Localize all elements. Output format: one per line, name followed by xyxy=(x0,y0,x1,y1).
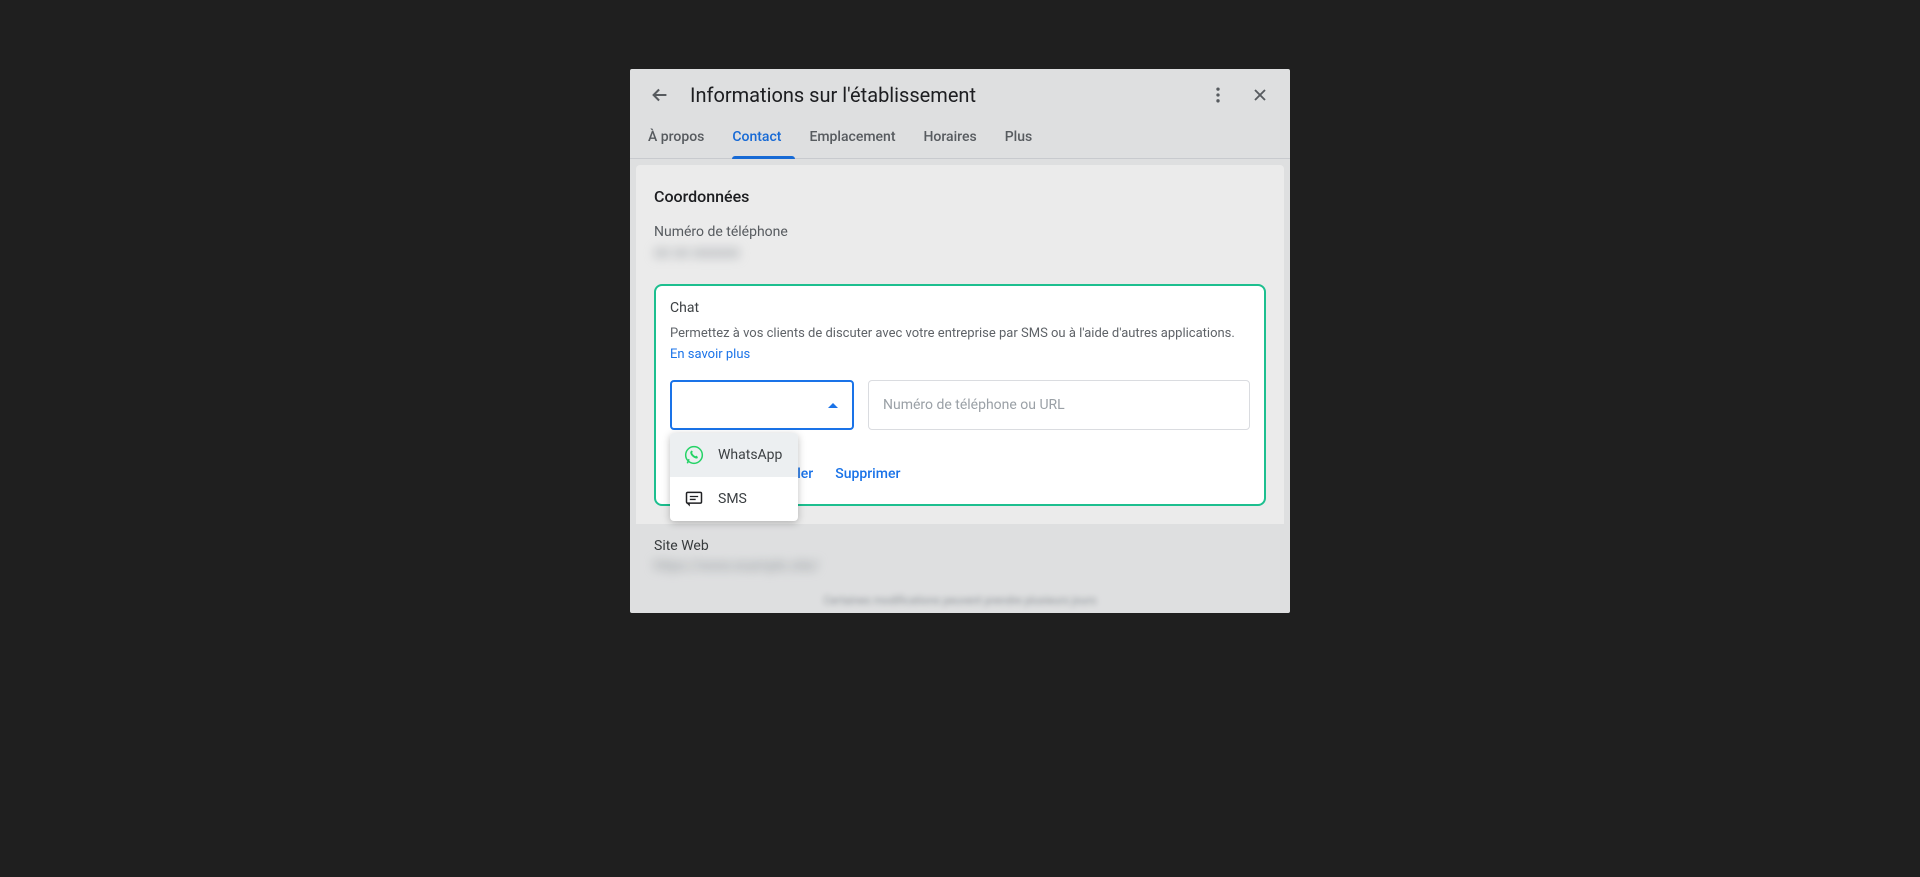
tab-about[interactable]: À propos xyxy=(648,117,718,158)
dropdown-option-whatsapp-label: WhatsApp xyxy=(718,447,782,463)
dropdown-option-whatsapp[interactable]: WhatsApp xyxy=(670,433,798,477)
learn-more-link[interactable]: En savoir plus xyxy=(670,347,750,362)
website-label: Site Web xyxy=(654,538,1266,554)
close-icon[interactable] xyxy=(1248,83,1272,107)
chat-description: Permettez à vos clients de discuter avec… xyxy=(670,326,1235,341)
chat-section: Chat Permettez à vos clients de discuter… xyxy=(654,284,1266,506)
tab-hours[interactable]: Horaires xyxy=(923,117,990,158)
website-section: Site Web https://www.example.site/ xyxy=(630,530,1290,594)
coordinates-title: Coordonnées xyxy=(654,187,1266,206)
panel-title: Informations sur l'établissement xyxy=(690,83,1188,107)
more-vertical-icon[interactable] xyxy=(1206,83,1230,107)
chat-app-select[interactable]: WhatsApp SMS xyxy=(670,380,854,430)
footer-hint: Certaines modifications peuvent prendre … xyxy=(630,594,1290,613)
sms-icon xyxy=(684,489,704,509)
chat-description-row: Permettez à vos clients de discuter avec… xyxy=(670,322,1250,362)
tab-location[interactable]: Emplacement xyxy=(809,117,909,158)
tab-bar: À propos Contact Emplacement Horaires Pl… xyxy=(630,117,1290,159)
dropdown-option-sms-label: SMS xyxy=(718,491,747,507)
business-info-panel: Informations sur l'établissement À propo… xyxy=(630,69,1290,613)
chat-app-dropdown: WhatsApp SMS xyxy=(670,433,798,521)
phone-label: Numéro de téléphone xyxy=(654,224,1266,240)
chat-phone-url-input[interactable]: Numéro de téléphone ou URL xyxy=(868,380,1250,430)
delete-button[interactable]: Supprimer xyxy=(831,458,904,490)
website-value: https://www.example.site/ xyxy=(654,558,1266,574)
caret-up-icon xyxy=(828,403,838,408)
panel-header: Informations sur l'établissement xyxy=(630,69,1290,117)
chat-input-placeholder: Numéro de téléphone ou URL xyxy=(883,397,1065,413)
whatsapp-icon xyxy=(684,445,704,465)
tab-contact[interactable]: Contact xyxy=(732,117,795,158)
phone-value: 00 00 000000 xyxy=(654,246,1266,262)
dropdown-option-sms[interactable]: SMS xyxy=(670,477,798,521)
chat-title: Chat xyxy=(670,300,1250,316)
tab-more[interactable]: Plus xyxy=(1005,117,1047,158)
content-area: Coordonnées Numéro de téléphone 00 00 00… xyxy=(636,165,1284,524)
back-arrow-icon[interactable] xyxy=(648,83,672,107)
chat-input-row: WhatsApp SMS xyxy=(670,380,1250,430)
